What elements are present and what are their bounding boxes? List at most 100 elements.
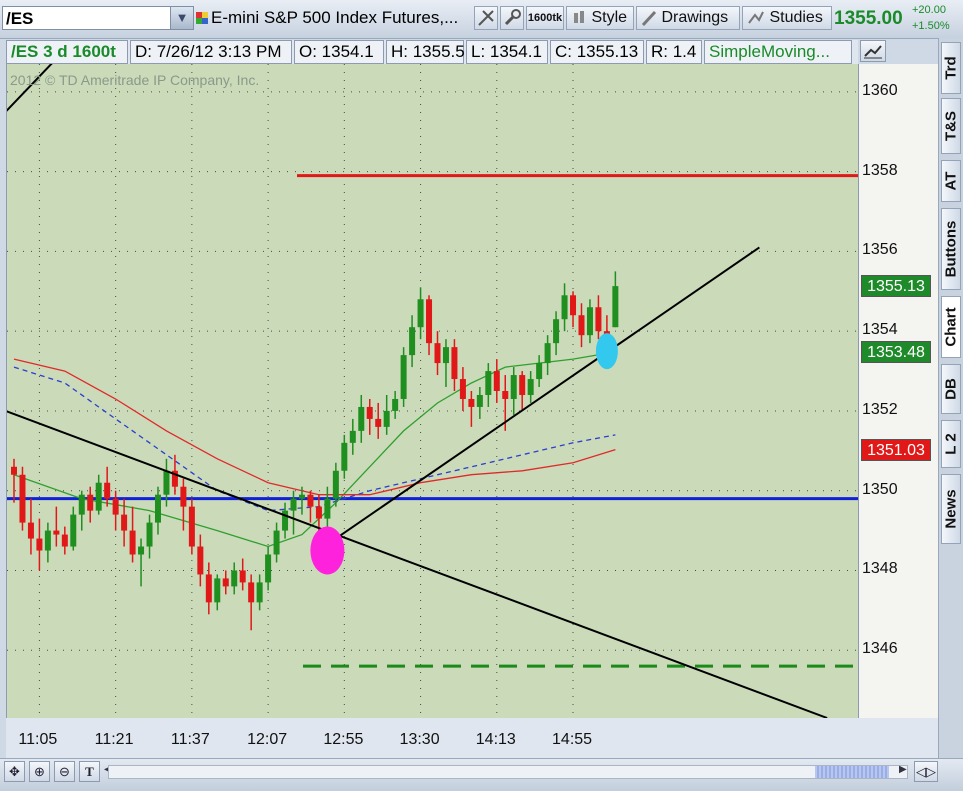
candle-body — [324, 498, 331, 519]
study-name[interactable]: SimpleMoving... — [704, 40, 852, 64]
studies-label: Studies — [769, 9, 823, 26]
candle-body — [214, 578, 221, 603]
candle-body — [298, 494, 305, 499]
symbol-period: /ES 3 d 1600t — [6, 40, 128, 64]
candle-body — [27, 522, 34, 539]
side-tab[interactable]: Trd — [941, 42, 961, 94]
quote-icon — [196, 11, 208, 24]
candle-body — [19, 474, 26, 523]
range-value: R: 1.4 — [646, 40, 702, 64]
side-tab[interactable]: Chart — [941, 296, 961, 358]
side-tab[interactable]: DB — [941, 364, 961, 414]
candle-body — [290, 498, 297, 511]
cyan-highlight-marker — [595, 333, 618, 370]
net-change: +20.00 — [912, 4, 946, 16]
text-tool-icon[interactable]: T — [79, 761, 100, 782]
scroll-right-icon[interactable]: ▶ — [899, 764, 907, 775]
side-tab-label: L 2 — [942, 433, 960, 455]
candle-body — [138, 546, 145, 555]
candle-body — [612, 286, 619, 328]
y-tick-label: 1354 — [862, 321, 898, 339]
y-tick-label: 1350 — [862, 480, 898, 498]
candle-body — [163, 470, 170, 495]
candle-body — [366, 406, 373, 419]
candle-body — [70, 514, 77, 547]
scrollbar-thumb[interactable] — [815, 766, 889, 778]
side-tab[interactable]: News — [941, 474, 961, 544]
x-tick-label: 12:07 — [247, 731, 288, 748]
side-tab[interactable]: Buttons — [941, 208, 961, 290]
side-tab[interactable]: AT — [941, 160, 961, 202]
candle-body — [383, 410, 390, 427]
candle-body — [595, 307, 602, 332]
side-tab[interactable]: L 2 — [941, 420, 961, 468]
pan-icon[interactable]: ✥ — [4, 761, 25, 782]
horizontal-scrollbar[interactable] — [108, 765, 908, 779]
y-tick-label: 1352 — [862, 400, 898, 418]
candle-body — [409, 327, 416, 356]
close-value: C: 1355.13 — [550, 40, 644, 64]
candle-body — [188, 506, 195, 547]
drawings-button[interactable]: Drawings — [636, 6, 740, 30]
symbol-text: /ES — [6, 9, 34, 28]
studies-button[interactable]: Studies — [742, 6, 832, 30]
candle-body — [222, 578, 229, 587]
percent-change: +1.50% — [912, 20, 950, 32]
instrument-description: E-mini S&P 500 Index Futures,... — [211, 8, 459, 27]
y-tick-label: 1356 — [862, 241, 898, 259]
side-tab[interactable]: T&S — [941, 98, 961, 154]
candle-body — [451, 347, 458, 380]
trendline-down — [7, 410, 828, 718]
candle-body — [61, 534, 68, 547]
crosshair-tool-icon[interactable] — [474, 6, 498, 30]
side-tab-label: Trd — [942, 56, 960, 80]
high-value: H: 1355.5 — [386, 40, 465, 64]
aggregation-button[interactable]: 1600tk — [526, 6, 564, 30]
candle-body — [502, 391, 509, 399]
candle-body — [459, 379, 466, 399]
candle-body — [417, 299, 424, 328]
candle-body — [197, 546, 204, 575]
candle-body — [349, 430, 356, 443]
open-value: O: 1354.1 — [294, 40, 384, 64]
candle-body — [78, 494, 85, 515]
candle-body — [11, 466, 17, 475]
side-tab-label: Chart — [942, 307, 960, 347]
wrench-icon[interactable] — [500, 6, 524, 30]
candle-body — [146, 522, 153, 547]
chart-settings-icon[interactable] — [860, 40, 886, 62]
zoom-in-icon[interactable]: ⊕ — [29, 761, 50, 782]
candle-body — [442, 347, 449, 364]
side-tab-label: Buttons — [942, 220, 960, 278]
style-button[interactable]: Style — [566, 6, 634, 30]
zoom-out-icon[interactable]: ⊖ — [54, 761, 75, 782]
side-tab-label: News — [942, 489, 960, 529]
chart-info-bar: /ES 3 d 1600t D: 7/26/12 3:13 PM O: 1354… — [6, 40, 858, 64]
candle-body — [180, 486, 187, 507]
candle-body — [112, 498, 119, 515]
expand-time-axis-icon[interactable]: ◁▷ — [914, 761, 938, 782]
candle-body — [315, 506, 322, 519]
symbol-selector[interactable]: /ES ▼ — [2, 6, 194, 30]
candle-body — [400, 355, 407, 399]
y-tick-label: 1346 — [862, 640, 898, 658]
candle-body — [536, 363, 543, 380]
candle-body — [485, 371, 492, 395]
x-tick-label: 11:37 — [170, 731, 210, 748]
last-price: 1355.00 — [834, 8, 903, 29]
candle-body — [553, 319, 560, 344]
candle-body — [231, 570, 238, 587]
candle-body — [121, 514, 128, 531]
price-chart[interactable] — [7, 64, 859, 718]
candle-body — [392, 398, 399, 411]
candle-body — [44, 530, 51, 551]
candle-body — [544, 343, 551, 364]
chevron-down-icon[interactable]: ▼ — [170, 7, 193, 29]
bar-date: D: 7/26/12 3:13 PM — [130, 40, 292, 64]
candle-body — [104, 482, 111, 499]
candle-body — [248, 582, 255, 603]
candle-body — [375, 418, 382, 427]
time-axis[interactable] — [6, 718, 938, 758]
chart-plot-area[interactable] — [6, 64, 859, 719]
magenta-highlight-marker — [310, 526, 345, 575]
